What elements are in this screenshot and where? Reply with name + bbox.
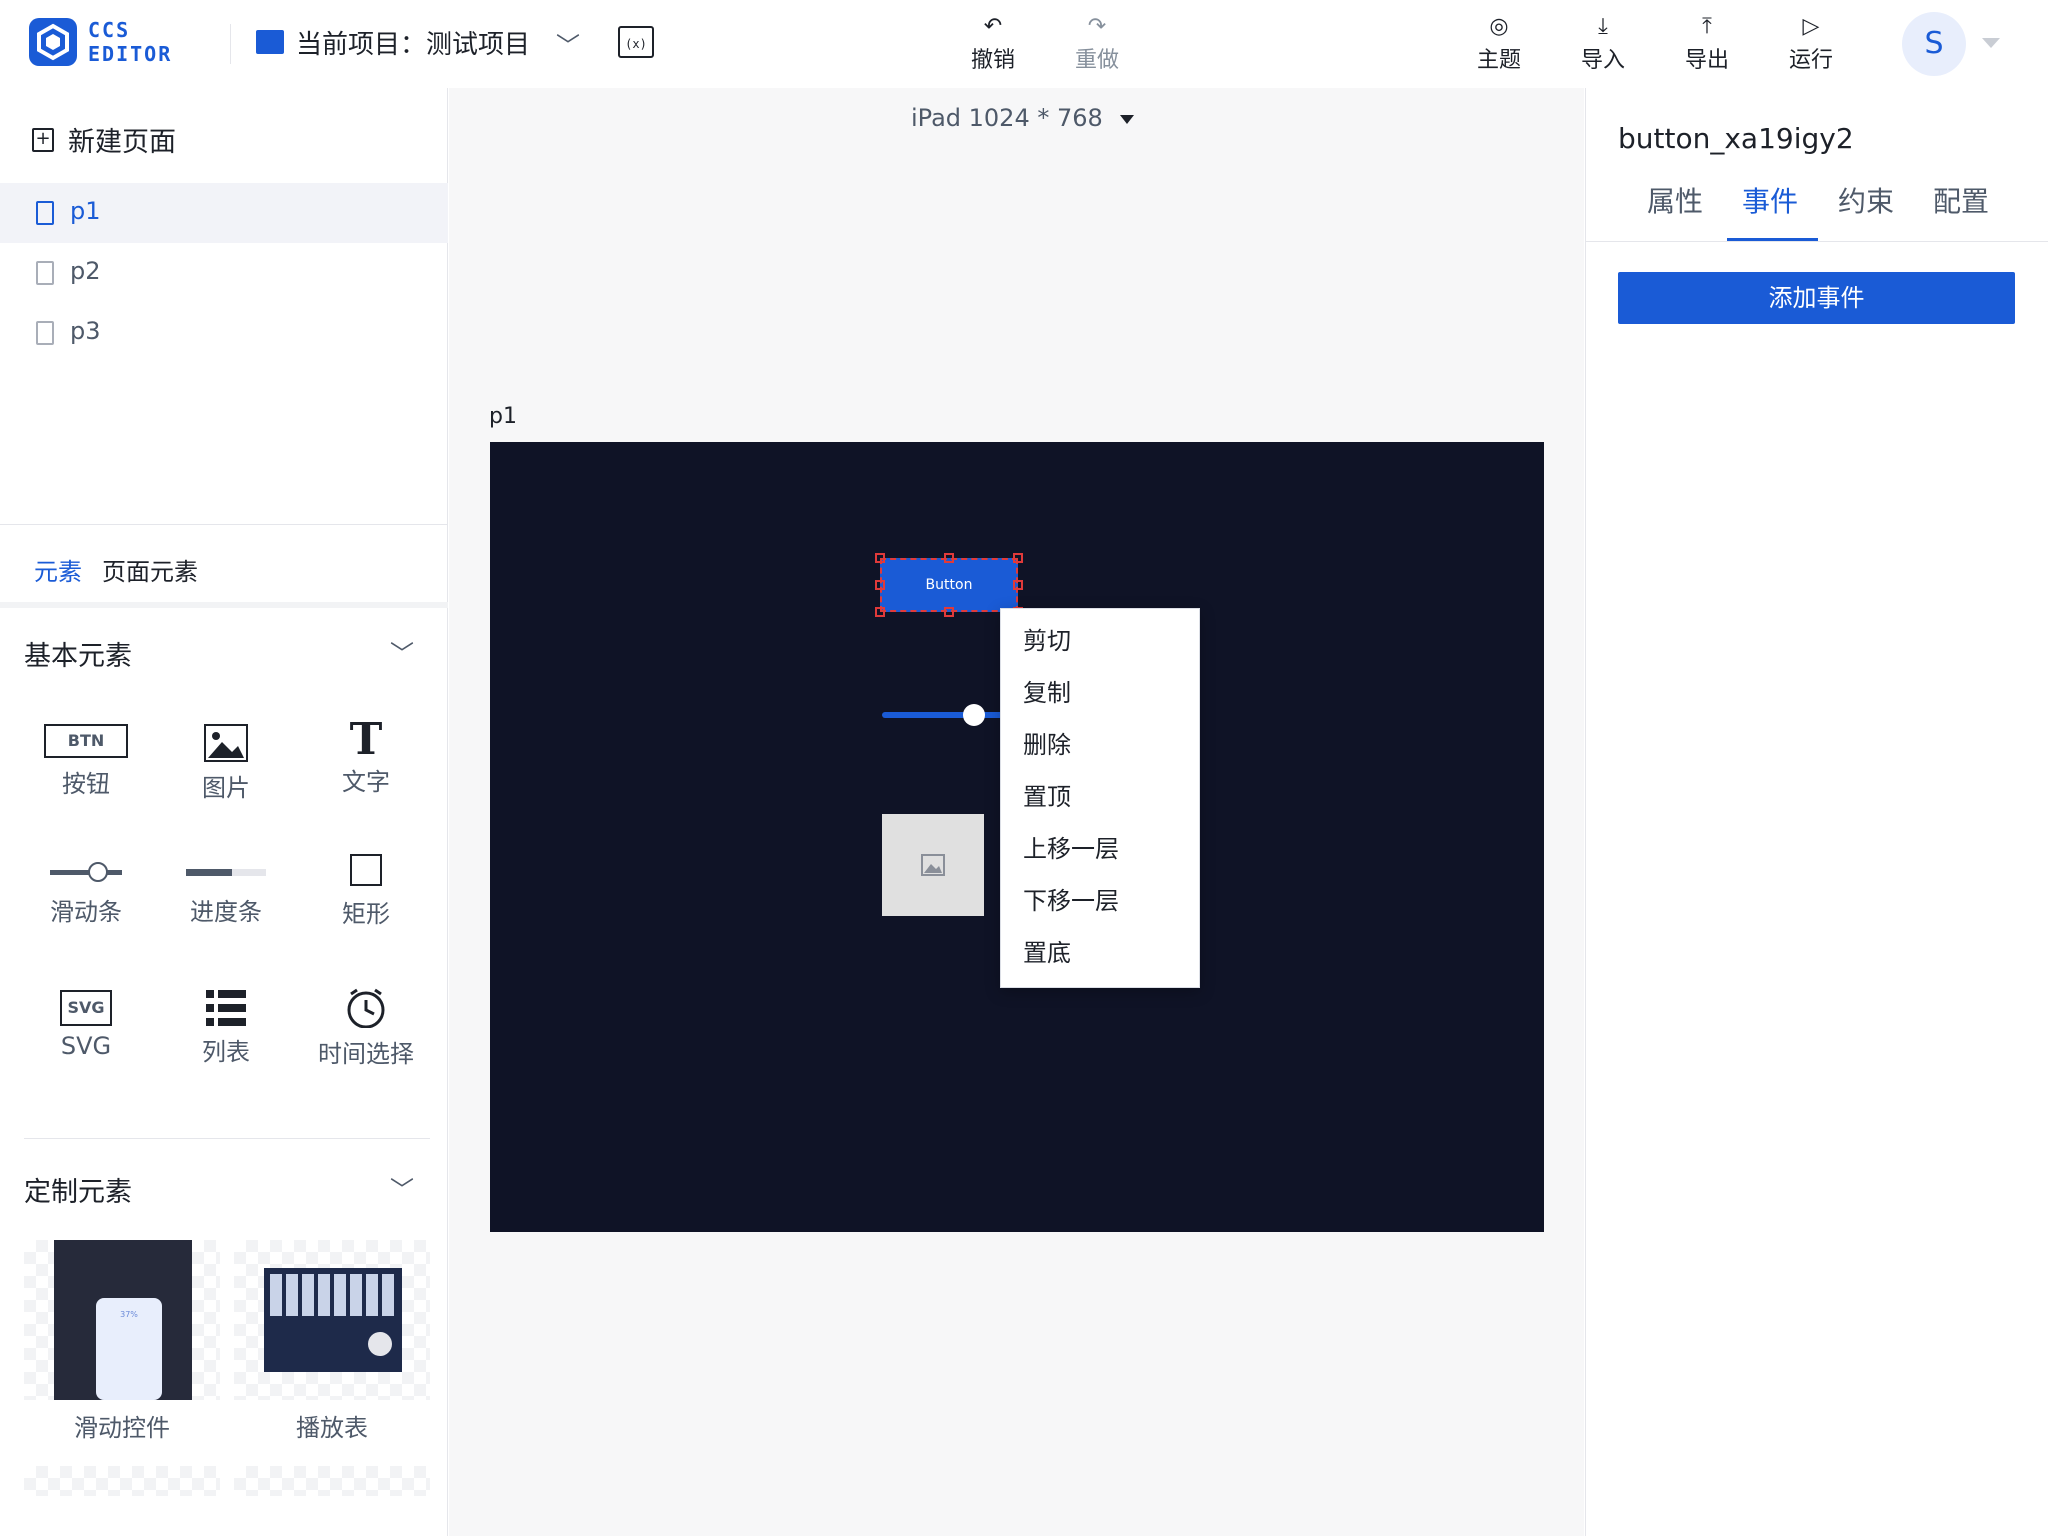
progress-icon	[186, 869, 266, 876]
basic-elements-title[interactable]: 基本元素	[24, 634, 132, 673]
thumbnail-grid	[270, 1274, 396, 1316]
text-icon: T	[349, 714, 383, 765]
chevron-down-icon[interactable]: ﹀	[390, 1170, 414, 1205]
resize-handle[interactable]	[944, 607, 954, 617]
element-button[interactable]: BTN 按钮	[16, 724, 156, 799]
tab-page-elements[interactable]: 页面元素	[102, 552, 198, 587]
element-text[interactable]: T 文字	[296, 718, 436, 797]
menu-item-delete[interactable]: 删除	[1023, 725, 1071, 760]
menu-item-bring-to-front[interactable]: 置顶	[1023, 777, 1071, 812]
custom-element-slider-control[interactable]: 37% 滑动控件	[24, 1240, 220, 1450]
project-label: 当前项目：测试项目	[296, 30, 531, 60]
element-slider[interactable]: 滑动条	[16, 854, 156, 927]
tab-events[interactable]: 事件	[1742, 180, 1798, 220]
resize-handle[interactable]	[875, 553, 885, 563]
element-rect[interactable]: 矩形	[296, 854, 436, 929]
menu-item-cut[interactable]: 剪切	[1023, 621, 1071, 656]
menu-item-move-up[interactable]: 上移一层	[1023, 829, 1119, 864]
divider	[230, 24, 231, 64]
slider-icon	[50, 862, 122, 882]
import-icon: ⤓	[1598, 14, 1608, 39]
device-selector[interactable]: iPad 1024 * 768	[911, 104, 1135, 132]
variables-icon[interactable]: (x)	[618, 26, 654, 58]
menu-item-move-down[interactable]: 下移一层	[1023, 881, 1119, 916]
thumbnail-partial	[24, 1466, 220, 1496]
resize-handle[interactable]	[875, 607, 885, 617]
element-progress[interactable]: 进度条	[156, 854, 296, 927]
export-icon: ⤒	[1702, 14, 1712, 39]
custom-item-label: 滑动控件	[74, 1414, 170, 1442]
tab-properties[interactable]: 属性	[1647, 180, 1703, 220]
canvas-slider-thumb[interactable]	[963, 704, 985, 726]
resize-handle[interactable]	[944, 553, 954, 563]
menu-item-send-to-back[interactable]: 置底	[1023, 933, 1071, 968]
caret-down-icon	[1120, 114, 1135, 124]
play-icon: ▷	[1802, 14, 1820, 39]
run-button[interactable]: ▷ 运行	[1771, 12, 1851, 74]
thumbnail-partial	[234, 1466, 430, 1496]
page-icon	[36, 321, 54, 345]
avatar[interactable]: S	[1902, 12, 1966, 76]
logo-text-line1: CCS	[88, 18, 131, 42]
list-icon	[206, 990, 246, 1026]
logo-text-line2: EDITOR	[88, 42, 173, 66]
chevron-down-icon[interactable]: ﹀	[390, 634, 414, 669]
btn-icon: BTN	[44, 724, 128, 758]
element-svg[interactable]: SVG SVG	[16, 990, 156, 1060]
redo-button[interactable]: ↷ 重做	[1057, 12, 1137, 74]
menu-item-copy[interactable]: 复制	[1023, 673, 1071, 708]
context-menu: 剪切 复制 删除 置顶 上移一层 下移一层 置底	[1000, 608, 1200, 988]
tab-elements[interactable]: 元素	[34, 552, 82, 587]
divider	[1586, 241, 2048, 242]
resize-handle[interactable]	[1013, 580, 1023, 590]
add-event-button[interactable]: 添加事件	[1618, 272, 2015, 324]
theme-button[interactable]: ◎ 主题	[1459, 12, 1539, 74]
divider	[0, 524, 448, 525]
custom-item-label: 播放表	[296, 1414, 368, 1442]
new-page-label: 新建页面	[68, 127, 176, 158]
tab-config[interactable]: 配置	[1933, 180, 1989, 220]
page-icon	[36, 201, 54, 225]
custom-element-schedule[interactable]: 播放表	[234, 1240, 430, 1450]
page-icon	[36, 261, 54, 285]
thumbnail-phone: 37%	[96, 1298, 162, 1400]
component-id: button_xa19igy2	[1618, 122, 1854, 155]
rect-icon	[350, 854, 382, 886]
undo-icon: ↶	[983, 14, 1003, 39]
image-icon	[204, 724, 248, 762]
clock-icon	[347, 988, 385, 1028]
undo-button[interactable]: ↶ 撤销	[953, 12, 1033, 74]
svg-icon: SVG	[60, 990, 112, 1026]
resize-handle[interactable]	[1013, 553, 1023, 563]
logo-icon	[29, 18, 77, 66]
caret-down-icon[interactable]	[1982, 38, 2000, 48]
resize-handle[interactable]	[875, 580, 885, 590]
import-button[interactable]: ⤓ 导入	[1563, 12, 1643, 74]
element-time-picker[interactable]: 时间选择	[296, 988, 436, 1069]
folder-icon	[256, 30, 284, 54]
page-item-p2[interactable]: p2	[0, 243, 448, 303]
inspector-panel: button_xa19igy2 属性 事件 约束 配置 添加事件	[1585, 88, 2048, 1536]
top-bar: CCS EDITOR 当前项目：测试项目 ﹀ (x) ↶ 撤销 ↷ 重做 ◎ 主…	[0, 0, 2048, 88]
page-item-p1[interactable]: p1	[0, 183, 448, 243]
chevron-down-icon: ﹀	[556, 32, 580, 60]
element-list[interactable]: 列表	[156, 990, 296, 1067]
selected-button[interactable]: Button	[880, 558, 1018, 612]
redo-icon: ↷	[1087, 14, 1107, 39]
custom-elements-title[interactable]: 定制元素	[24, 1170, 132, 1209]
divider	[0, 602, 448, 608]
tab-constraints[interactable]: 约束	[1838, 180, 1894, 220]
add-page-icon: +	[32, 128, 54, 152]
page-label: p1	[489, 404, 517, 429]
divider	[24, 1138, 430, 1139]
page-item-p3[interactable]: p3	[0, 303, 448, 363]
canvas-image-placeholder[interactable]	[882, 814, 984, 916]
element-image[interactable]: 图片	[156, 724, 296, 803]
export-button[interactable]: ⤒ 导出	[1667, 12, 1747, 74]
thumbnail-dial	[368, 1332, 392, 1356]
left-sidebar: + 新建页面 p1 p2 p3 元素 页面元素 基本元素 ﹀ BTN 按钮 图片…	[0, 88, 448, 1536]
image-icon	[921, 854, 945, 876]
palette-icon: ◎	[1489, 14, 1509, 39]
